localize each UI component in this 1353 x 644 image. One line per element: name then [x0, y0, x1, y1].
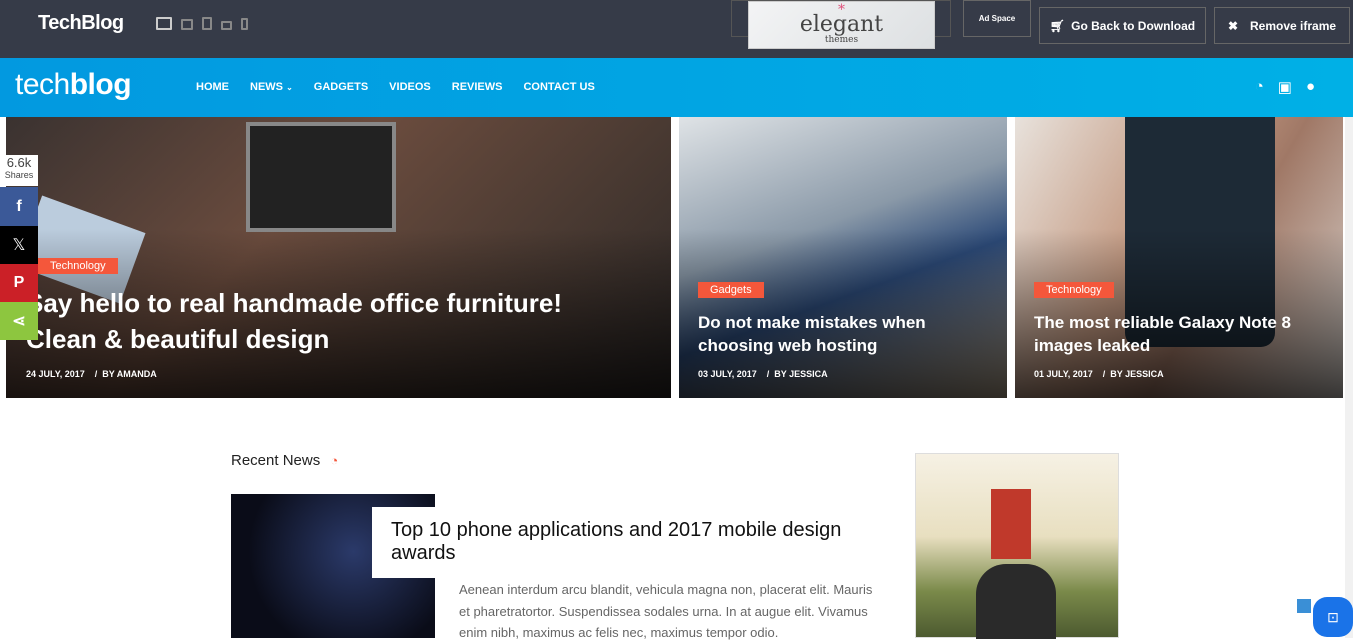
ad-logo-text: elegant	[799, 12, 884, 37]
nav-news-label: NEWS	[250, 81, 283, 93]
tablet-landscape-icon[interactable]	[221, 21, 232, 30]
post-author[interactable]: BY JESSICA	[1110, 369, 1163, 379]
rss-icon[interactable]: ◔	[330, 453, 338, 468]
post-date: 24 JULY, 2017	[26, 369, 85, 379]
facebook-icon: f	[16, 197, 22, 215]
post-meta: 01 JULY, 2017 / BY JESSICA	[1034, 369, 1164, 379]
share-icon: ⋖	[12, 313, 26, 330]
nav-gadgets[interactable]: GADGETS	[314, 81, 368, 93]
tablet-icon[interactable]	[202, 17, 212, 30]
rss-icon[interactable]: ◔	[1255, 78, 1264, 96]
post-title[interactable]: Say hello to real handmade office furnit…	[26, 285, 606, 357]
category-tag[interactable]: Technology	[38, 258, 118, 274]
post-author[interactable]: BY AMANDA	[102, 369, 157, 379]
nav-social: ◔ ▣ ●	[1255, 78, 1315, 96]
sidebar-ad-image[interactable]	[915, 453, 1119, 639]
elegant-themes-ad[interactable]: * elegant themes	[748, 1, 935, 49]
page-scrollbar[interactable]	[1345, 117, 1353, 638]
recent-news-heading: Recent News ◔	[231, 452, 338, 469]
go-back-label: Go Back to Download	[1071, 18, 1196, 33]
share-count: 6.6k Shares	[0, 155, 38, 186]
more-share-button[interactable]: ⋖	[0, 302, 38, 340]
recent-post-title-box: Top 10 phone applications and 2017 mobil…	[372, 507, 862, 578]
preview-brand: TechBlog	[38, 12, 124, 34]
featured-post-2[interactable]: Gadgets Do not make mistakes when choosi…	[679, 117, 1007, 398]
nav-home[interactable]: HOME	[196, 81, 229, 93]
desktop-icon[interactable]	[156, 17, 172, 30]
facebook-share-button[interactable]: f	[0, 187, 38, 226]
devices-icon: ⊡	[1327, 608, 1339, 625]
nav-news[interactable]: NEWS ⌄	[250, 81, 293, 93]
post-title[interactable]: Do not make mistakes when choosing web h…	[698, 311, 988, 357]
logo-bold: blog	[69, 68, 132, 101]
child-figure	[991, 489, 1031, 559]
post-title[interactable]: The most reliable Galaxy Note 8 images l…	[1034, 311, 1324, 357]
close-icon: ✖	[1227, 18, 1238, 33]
share-count-value: 6.6k	[6, 155, 32, 170]
site-logo[interactable]: techblog	[15, 68, 132, 102]
recent-post-title[interactable]: Top 10 phone applications and 2017 mobil…	[391, 519, 843, 565]
chevron-down-icon: ⌄	[286, 83, 293, 92]
nav-menu: HOME NEWS ⌄ GADGETS VIDEOS REVIEWS CONTA…	[196, 81, 595, 93]
post-date: 01 JULY, 2017	[1034, 369, 1093, 379]
nav-contact[interactable]: CONTACT US	[523, 81, 594, 93]
device-switcher	[156, 17, 248, 30]
father-figure	[976, 564, 1056, 639]
android-icon[interactable]: ▣	[1278, 78, 1292, 96]
ad-space-label: Ad Space	[978, 14, 1016, 23]
phone-icon[interactable]	[241, 18, 248, 30]
nav-videos[interactable]: VIDEOS	[389, 81, 431, 93]
featured-post-3[interactable]: Technology The most reliable Galaxy Note…	[1015, 117, 1343, 398]
main-nav: techblog HOME NEWS ⌄ GADGETS VIDEOS REVI…	[0, 58, 1353, 117]
recent-news-title: Recent News	[231, 452, 321, 469]
ad-logo-sub: themes	[824, 35, 859, 45]
category-tag[interactable]: Gadgets	[698, 282, 764, 298]
nav-reviews[interactable]: REVIEWS	[452, 81, 503, 93]
featured-post-1[interactable]: Technology Say hello to real handmade of…	[6, 117, 671, 398]
share-count-label: Shares	[4, 170, 34, 180]
laptop-icon[interactable]	[181, 19, 193, 30]
pinterest-share-button[interactable]: P	[0, 264, 38, 302]
post-meta: 24 JULY, 2017 / BY AMANDA	[26, 369, 157, 379]
responsive-toggle-button[interactable]: ⊡	[1313, 597, 1353, 637]
post-author[interactable]: BY JESSICA	[774, 369, 827, 379]
x-icon: 𝕏	[12, 237, 26, 254]
cart-icon: 🛒︎	[1049, 18, 1066, 33]
post-meta: 03 JULY, 2017 / BY JESSICA	[698, 369, 828, 379]
laptop-image	[246, 122, 396, 232]
preview-topbar: TechBlog * elegant themes Ad Space 🛒︎ Go …	[0, 0, 1353, 58]
pinterest-icon: P	[13, 274, 25, 291]
remove-iframe-button[interactable]: ✖ Remove iframe	[1214, 7, 1350, 44]
scroll-arrows[interactable]	[1297, 599, 1311, 613]
recent-post-excerpt: Aenean interdum arcu blandit, vehicula m…	[459, 582, 873, 640]
logo-light: tech	[15, 68, 70, 101]
category-tag[interactable]: Technology	[1034, 282, 1114, 298]
post-date: 03 JULY, 2017	[698, 369, 757, 379]
apple-icon[interactable]: ●	[1306, 78, 1315, 96]
x-share-button[interactable]: 𝕏	[0, 226, 38, 264]
remove-iframe-label: Remove iframe	[1250, 18, 1337, 33]
go-back-button[interactable]: 🛒︎ Go Back to Download	[1039, 7, 1206, 44]
ad-space-button[interactable]: Ad Space	[963, 0, 1031, 37]
